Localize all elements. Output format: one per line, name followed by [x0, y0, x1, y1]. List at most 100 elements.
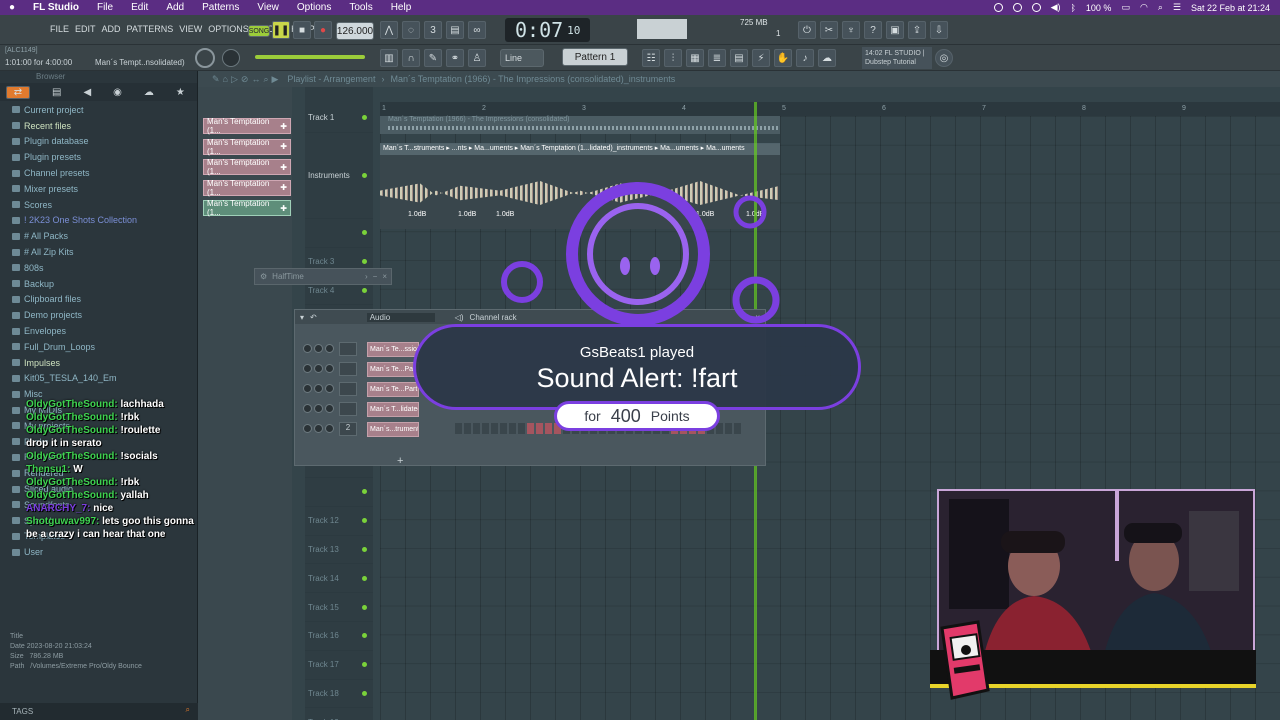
menu-options[interactable]: Options — [288, 2, 340, 13]
volume-icon[interactable]: ◀) — [1051, 2, 1061, 13]
pattern-item[interactable]: Man's Temptation (1... ✚ — [203, 158, 291, 176]
bar-number[interactable]: 4 — [682, 105, 686, 112]
piano-roll-icon[interactable]: ≣ — [708, 49, 726, 67]
track-header[interactable]: Track 12 — [305, 507, 373, 536]
browser-item[interactable]: Plugin database — [0, 134, 197, 150]
fl-menu-add[interactable]: ADD — [102, 24, 121, 34]
piano-icon[interactable]: ▥ — [380, 49, 398, 67]
menu-tools[interactable]: Tools — [340, 2, 381, 13]
browser-item[interactable]: Backup — [0, 276, 197, 292]
search-icon[interactable]: ⌕ — [1158, 2, 1163, 13]
fl-menu-edit[interactable]: EDIT — [75, 24, 96, 34]
track-header[interactable]: Track 1 — [305, 104, 373, 133]
link-icon[interactable]: ⚭ — [446, 49, 464, 67]
step-button[interactable] — [725, 423, 732, 434]
stop-icon[interactable]: ■ — [293, 21, 311, 39]
knob-icon[interactable] — [325, 424, 334, 433]
pencil-icon[interactable]: ✎ — [424, 49, 442, 67]
step-edit-icon[interactable]: ▤ — [446, 21, 464, 39]
playlist-tools[interactable]: ✎⌂▷⊘↔⌕▶ — [212, 74, 281, 85]
knob-icon[interactable] — [325, 364, 334, 373]
browser-icon[interactable]: ▤ — [730, 49, 748, 67]
browser-item[interactable]: Impulses — [0, 355, 197, 371]
browser-item[interactable]: Full_Drum_Loops — [0, 339, 197, 355]
add-channel-button[interactable]: + — [397, 455, 403, 467]
plus-icon[interactable]: ✚ — [280, 204, 290, 213]
arrow-icon[interactable]: › — [365, 272, 368, 281]
online-icon[interactable]: ◎ — [935, 49, 953, 67]
battery-label[interactable]: 100 % — [1086, 3, 1112, 13]
knob-icon[interactable] — [303, 384, 312, 393]
knob-icon[interactable] — [303, 424, 312, 433]
browser-speaker-icon[interactable]: ◀ — [83, 87, 91, 98]
knob-icon[interactable] — [314, 344, 323, 353]
channel-mixer-slot[interactable] — [339, 382, 357, 396]
track-header[interactable]: Track 15 — [305, 593, 373, 622]
track-header[interactable]: Track 17 — [305, 651, 373, 680]
knob-icon[interactable] — [314, 424, 323, 433]
browser-plugin-icon[interactable]: ◉ — [113, 87, 122, 98]
menu-app[interactable]: FL Studio — [24, 2, 88, 13]
download-icon[interactable]: ⇩ — [930, 21, 948, 39]
wait-icon[interactable]: ◌ — [402, 21, 420, 39]
fl-menu-options[interactable]: OPTIONS — [208, 24, 249, 34]
browser-item[interactable]: Current project — [0, 102, 197, 118]
plugin-icon[interactable]: ⚡ — [752, 49, 770, 67]
knob-icon[interactable] — [303, 344, 312, 353]
track-header[interactable]: Track 18 — [305, 680, 373, 709]
browser-item[interactable]: ! 2K23 One Shots Collection — [0, 213, 197, 229]
gear-icon[interactable]: ⚙ — [260, 272, 267, 281]
bar-number[interactable]: 1 — [382, 105, 386, 112]
channel-knobs[interactable] — [303, 360, 336, 378]
play-icon[interactable]: ❚❚ — [272, 21, 290, 39]
time-display[interactable]: 0:07 10 — [505, 18, 590, 42]
status-icon[interactable] — [993, 3, 1003, 12]
step-button[interactable] — [527, 423, 534, 434]
browser-item[interactable]: # All Packs — [0, 228, 197, 244]
track-led[interactable] — [362, 546, 367, 552]
knob-icon[interactable] — [325, 404, 334, 413]
track-led[interactable] — [362, 518, 367, 524]
snap-select[interactable]: Line — [500, 49, 544, 67]
master-pitch-knob[interactable] — [222, 49, 240, 67]
record-icon[interactable]: ● — [314, 21, 332, 39]
mixer-icon[interactable]: ⫶ — [664, 49, 682, 67]
bar-number[interactable]: 8 — [1082, 105, 1086, 112]
pattern-item[interactable]: Man's Temptation (1... ✚ — [203, 117, 291, 135]
loop-record-icon[interactable]: ∞ — [468, 21, 486, 39]
knob-icon[interactable] — [314, 364, 323, 373]
menu-view[interactable]: View — [248, 2, 288, 13]
browser-all-icon[interactable]: ⇄ — [6, 85, 30, 99]
song-mode-toggle[interactable]: SONG — [248, 25, 270, 37]
channel-name[interactable]: Man´s Te...Part — [367, 361, 419, 377]
master-volume-slider[interactable] — [255, 55, 365, 59]
close-icon[interactable]: × — [382, 272, 391, 281]
tags-search-icon[interactable]: ⌕ — [186, 705, 190, 715]
browser-item[interactable]: Recent files — [0, 118, 197, 134]
tags-bar[interactable]: TAGS ⌕ — [0, 703, 198, 720]
save-icon[interactable]: ▣ — [886, 21, 904, 39]
halftime-window[interactable]: ⚙ HalfTime › − × — [254, 268, 392, 285]
tempo-display[interactable]: 126.000 — [336, 22, 374, 40]
browser-item[interactable]: Demo projects — [0, 307, 197, 323]
menu-edit[interactable]: Edit — [122, 2, 157, 13]
menu-help[interactable]: Help — [382, 2, 421, 13]
channel-mixer-slot[interactable] — [339, 402, 357, 416]
bar-number[interactable]: 3 — [582, 105, 586, 112]
cut-icon[interactable]: ✂ — [820, 21, 838, 39]
menu-file[interactable]: File — [88, 2, 122, 13]
rack-menu-icon[interactable]: ▾ — [300, 313, 304, 322]
track-header[interactable]: Track 13 — [305, 536, 373, 565]
clock[interactable]: Sat 22 Feb at 21:24 — [1191, 3, 1270, 13]
cloud-icon[interactable]: ☁ — [818, 49, 836, 67]
battery-icon[interactable]: ▭ — [1121, 2, 1130, 13]
step-button[interactable] — [509, 423, 516, 434]
browser-item[interactable]: Kit05_TESLA_140_Em — [0, 371, 197, 387]
master-volume-knob[interactable] — [195, 48, 215, 68]
browser-item[interactable]: User — [0, 544, 197, 560]
browser-item[interactable]: Mixer presets — [0, 181, 197, 197]
plus-icon[interactable]: ✚ — [280, 122, 290, 131]
pattern-item[interactable]: Man's Temptation (1... ✚ — [203, 179, 291, 197]
timeline-ruler[interactable]: 1 2 3 4 5 6 7 8 9 — [380, 102, 1280, 116]
pattern-select[interactable]: Pattern 1 — [562, 48, 628, 66]
